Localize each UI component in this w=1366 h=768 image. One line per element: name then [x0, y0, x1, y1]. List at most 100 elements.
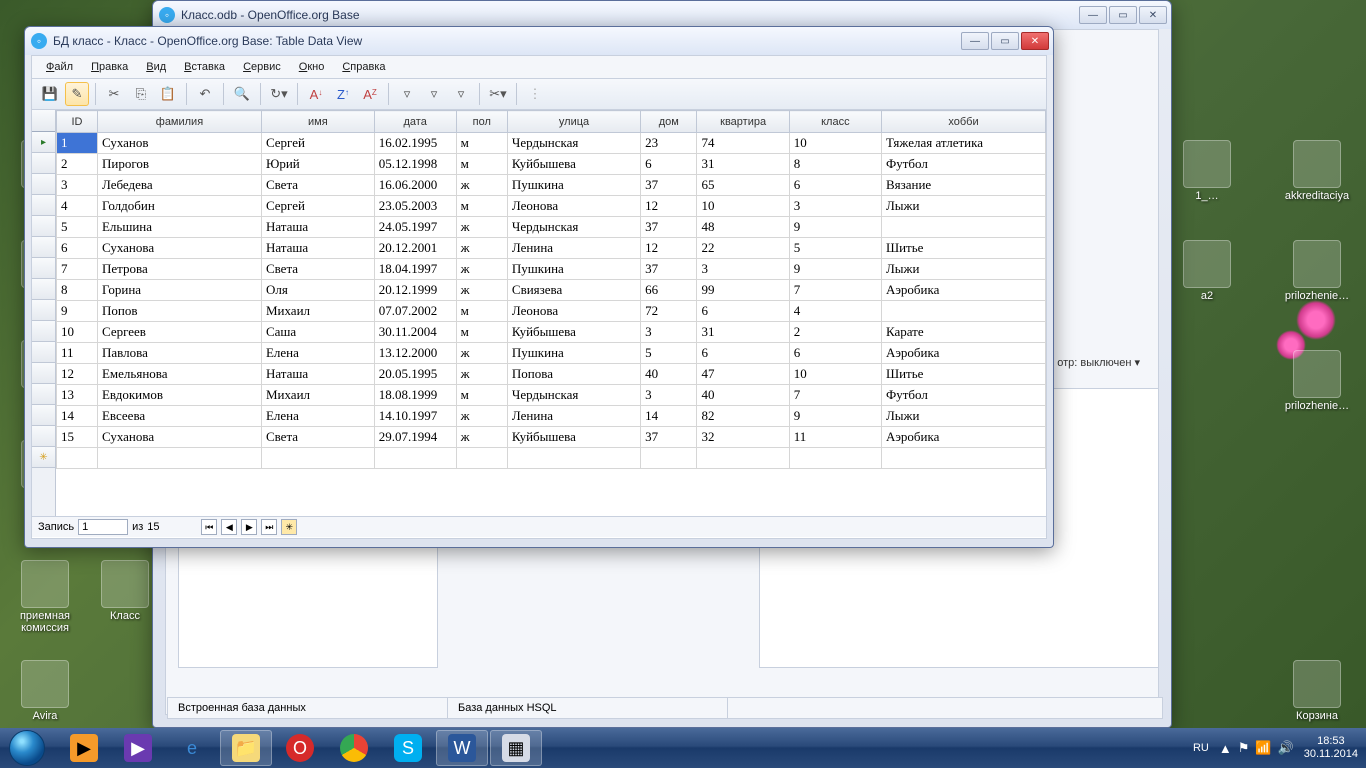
row-gutter-corner[interactable] — [32, 110, 55, 132]
table-cell[interactable]: Куйбышева — [507, 322, 640, 343]
table-cell[interactable]: 37 — [641, 259, 697, 280]
table-row[interactable]: 12ЕмельяноваНаташа20.05.1995жПопова40471… — [57, 364, 1046, 385]
table-cell[interactable]: Света — [261, 175, 374, 196]
table-cell[interactable] — [97, 448, 261, 469]
desktop-icon[interactable]: prilozhenie… — [1282, 240, 1352, 302]
table-cell[interactable]: 7 — [789, 280, 881, 301]
table-cell[interactable]: Лебедева — [97, 175, 261, 196]
recnav-new-button[interactable]: ✳ — [281, 519, 297, 535]
table-cell[interactable]: 10 — [789, 364, 881, 385]
remove-filter-button[interactable]: ✂▾ — [486, 82, 510, 106]
row-gutter-cell[interactable] — [32, 300, 55, 321]
recnav-prev-button[interactable]: ◀ — [221, 519, 237, 535]
table-cell[interactable]: 40 — [697, 385, 789, 406]
column-header[interactable]: класс — [789, 111, 881, 133]
menu-item-файл[interactable]: Файл — [38, 58, 81, 76]
table-data-window[interactable]: ◦ БД класс - Класс - OpenOffice.org Base… — [24, 26, 1054, 548]
table-row[interactable]: 13ЕвдокимовМихаил18.08.1999мЧердынская34… — [57, 385, 1046, 406]
row-gutter-cell[interactable]: ▸ — [32, 132, 55, 153]
tray-volume-icon[interactable]: 🔊 — [1278, 740, 1294, 756]
table-cell[interactable]: 8 — [57, 280, 98, 301]
table-cell[interactable] — [881, 448, 1045, 469]
table-cell[interactable]: Елена — [261, 406, 374, 427]
menu-item-вставка[interactable]: Вставка — [176, 58, 233, 76]
row-gutter-cell[interactable] — [32, 279, 55, 300]
undo-button[interactable]: ↶ — [193, 82, 217, 106]
table-cell[interactable]: 18.04.1997 — [374, 259, 456, 280]
table-cell[interactable]: 6 — [697, 301, 789, 322]
maximize-button[interactable]: ▭ — [991, 32, 1019, 50]
table-cell[interactable]: 23.05.2003 — [374, 196, 456, 217]
column-header[interactable]: имя — [261, 111, 374, 133]
table-cell[interactable]: 13 — [57, 385, 98, 406]
save-button[interactable]: 💾 — [38, 82, 62, 106]
table-cell[interactable]: Шитье — [881, 238, 1045, 259]
table-cell[interactable]: ж — [456, 406, 507, 427]
table-cell[interactable]: м — [456, 301, 507, 322]
table-cell[interactable]: 1 — [57, 133, 98, 154]
table-cell[interactable] — [881, 217, 1045, 238]
table-cell[interactable]: 16.02.1995 — [374, 133, 456, 154]
table-cell[interactable] — [789, 448, 881, 469]
filter-label[interactable]: отр: выключен ▾ — [1057, 356, 1140, 369]
table-cell[interactable]: 11 — [789, 427, 881, 448]
row-gutter-cell[interactable] — [32, 216, 55, 237]
maximize-button[interactable]: ▭ — [1109, 6, 1137, 24]
table-cell[interactable]: 3 — [697, 259, 789, 280]
taskbar-word[interactable]: W — [436, 730, 488, 766]
table-cell[interactable]: 9 — [789, 259, 881, 280]
table-cell[interactable]: 10 — [57, 322, 98, 343]
table-cell[interactable]: Пушкина — [507, 175, 640, 196]
table-cell[interactable]: Шитье — [881, 364, 1045, 385]
tray-icons[interactable]: ▲ ⚑ 📶 🔊 — [1219, 740, 1294, 756]
taskbar-ie[interactable]: e — [166, 730, 218, 766]
autofilter-button[interactable]: ▿ — [395, 82, 419, 106]
taskbar-opera[interactable]: O — [274, 730, 326, 766]
table-cell[interactable]: Аэробика — [881, 427, 1045, 448]
table-cell[interactable]: Тяжелая атлетика — [881, 133, 1045, 154]
menu-item-вид[interactable]: Вид — [138, 58, 174, 76]
table-cell[interactable]: Сергей — [261, 196, 374, 217]
taskbar-mediaplayer[interactable]: ▶ — [58, 730, 110, 766]
table-cell[interactable]: 24.05.1997 — [374, 217, 456, 238]
close-button[interactable]: ✕ — [1021, 32, 1049, 50]
tray-flag-icon[interactable]: ▲ — [1219, 741, 1232, 756]
table-cell[interactable]: 12 — [57, 364, 98, 385]
table-cell[interactable]: 13.12.2000 — [374, 343, 456, 364]
table-cell[interactable]: Пушкина — [507, 343, 640, 364]
table-cell[interactable]: 6 — [641, 154, 697, 175]
filter-button[interactable]: ▿ — [449, 82, 473, 106]
table-cell[interactable] — [57, 448, 98, 469]
table-cell[interactable] — [641, 448, 697, 469]
table-row[interactable]: 15СухановаСвета29.07.1994жКуйбышева37321… — [57, 427, 1046, 448]
taskbar-chrome[interactable] — [328, 730, 380, 766]
taskbar-videoplayer[interactable]: ▶ — [112, 730, 164, 766]
table-cell[interactable]: 5 — [789, 238, 881, 259]
table-cell[interactable]: ж — [456, 238, 507, 259]
table-row-new[interactable] — [57, 448, 1046, 469]
table-cell[interactable]: Лыжи — [881, 196, 1045, 217]
table-cell[interactable]: Оля — [261, 280, 374, 301]
table-cell[interactable]: 22 — [697, 238, 789, 259]
column-header[interactable]: хобби — [881, 111, 1045, 133]
table-row[interactable]: 3ЛебедеваСвета16.06.2000жПушкина37656Вяз… — [57, 175, 1046, 196]
table-cell[interactable]: 6 — [697, 343, 789, 364]
taskbar[interactable]: ▶ ▶ e 📁 O S W ▦ RU ▲ ⚑ 📶 🔊 18:53 30.11.2… — [0, 728, 1366, 768]
table-cell[interactable]: Леонова — [507, 301, 640, 322]
table-cell[interactable]: Леонова — [507, 196, 640, 217]
table-cell[interactable]: 14 — [641, 406, 697, 427]
table-cell[interactable]: 3 — [641, 385, 697, 406]
table-row[interactable]: 7ПетроваСвета18.04.1997жПушкина3739Лыжи — [57, 259, 1046, 280]
row-gutter-cell[interactable] — [32, 195, 55, 216]
table-cell[interactable]: 66 — [641, 280, 697, 301]
table-cell[interactable]: ж — [456, 343, 507, 364]
table-row[interactable]: 5ЕльшинаНаташа24.05.1997жЧердынская37489 — [57, 217, 1046, 238]
column-header[interactable]: фамилия — [97, 111, 261, 133]
column-header[interactable]: дата — [374, 111, 456, 133]
table-cell[interactable]: 3 — [57, 175, 98, 196]
grip-icon[interactable]: ⋮ — [523, 82, 547, 106]
recnav-next-button[interactable]: ▶ — [241, 519, 257, 535]
desktop-icon[interactable]: akkreditaciya — [1282, 140, 1352, 202]
table-cell[interactable]: Елена — [261, 343, 374, 364]
table-cell[interactable]: 30.11.2004 — [374, 322, 456, 343]
